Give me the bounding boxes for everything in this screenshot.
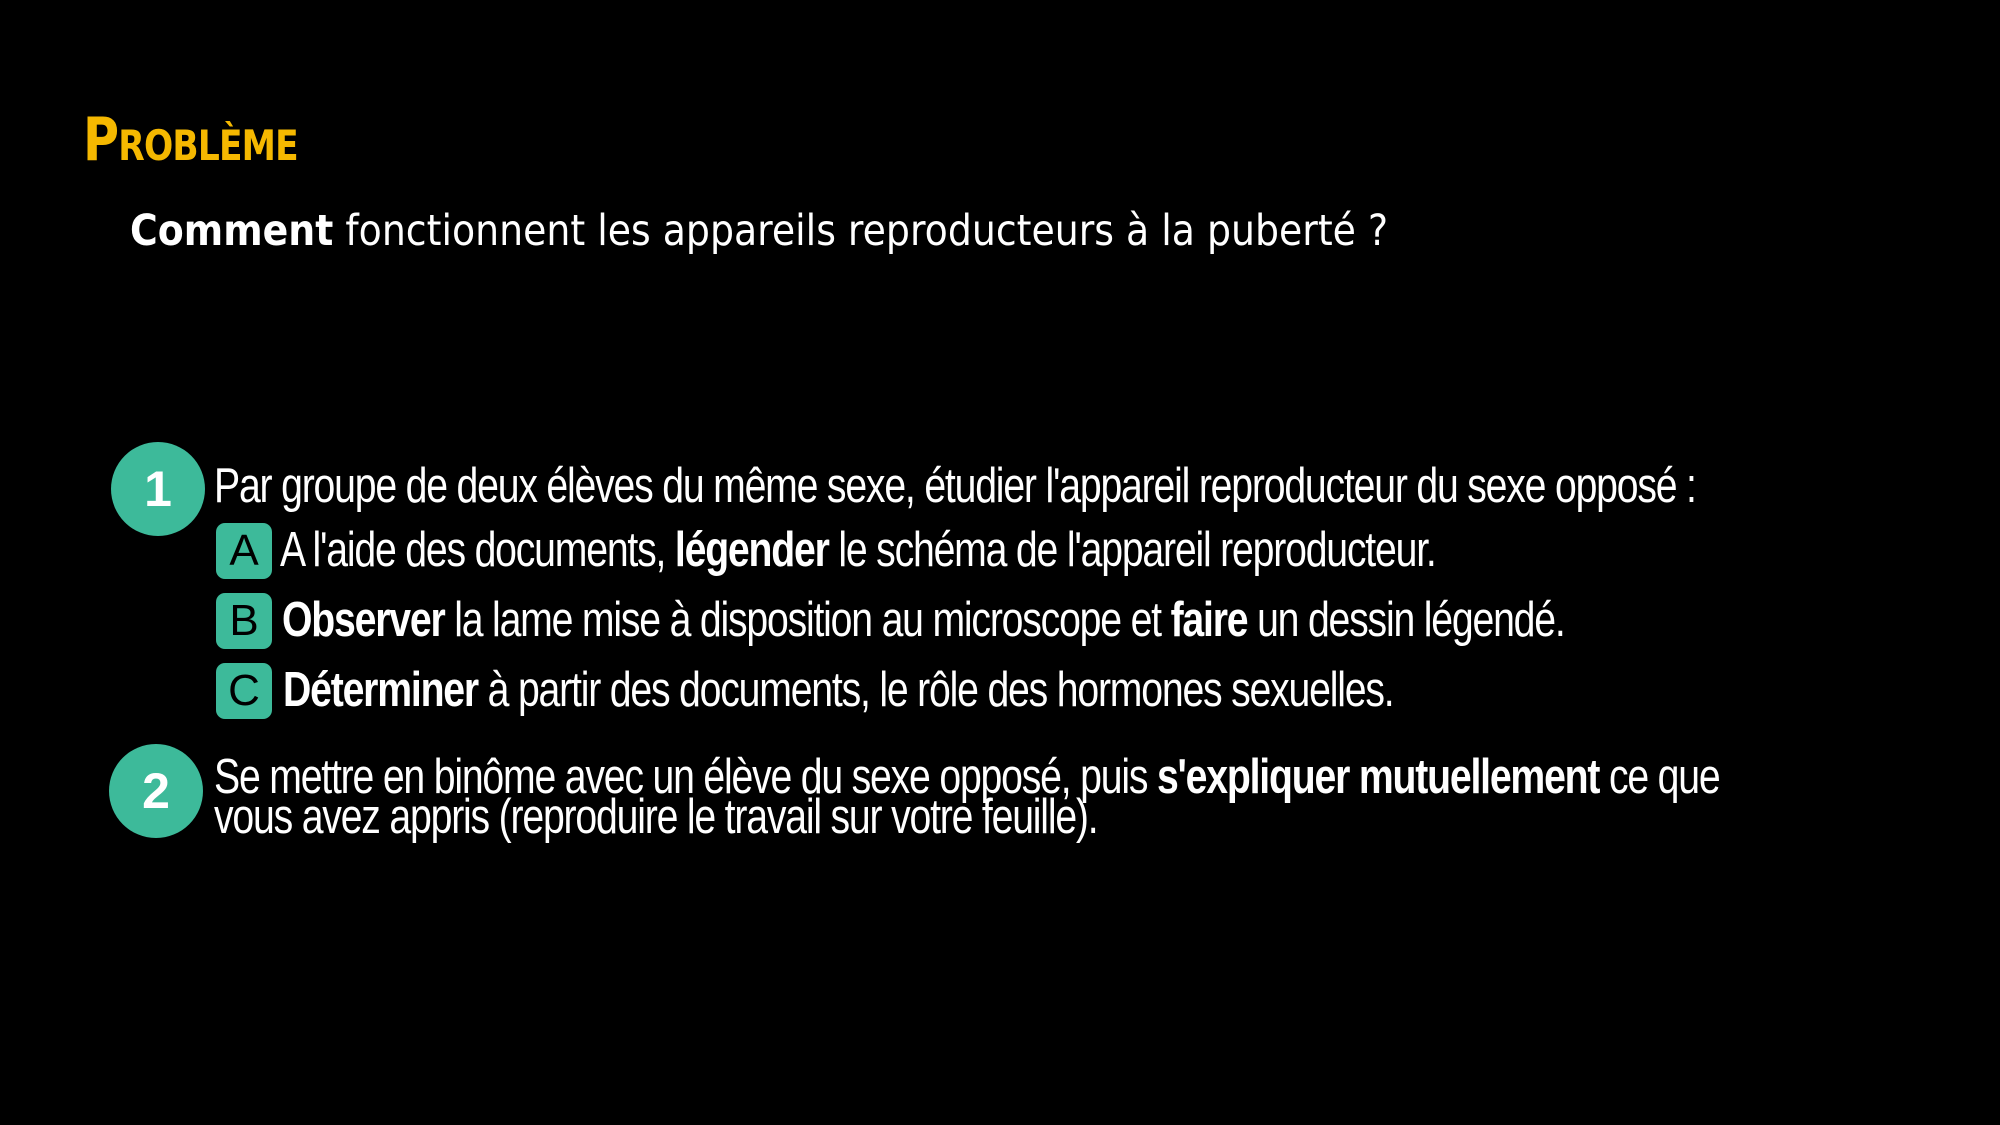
subitem-a-bold: légender xyxy=(674,523,830,577)
problem-question: Comment fonctionnent les appareils repro… xyxy=(130,206,1388,256)
subitem-c-badge: C xyxy=(216,663,272,719)
step-2-badge: 2 xyxy=(109,744,203,838)
subitem-b-text: Observer la lame mise à disposition au m… xyxy=(282,593,1566,647)
subitem-a-badge: A xyxy=(216,523,272,579)
subitem-a-post: le schéma de l'appareil reproducteur. xyxy=(828,523,1436,577)
step-2-text-line2: vous avez appris (reproduire le travail … xyxy=(214,790,1099,844)
subitem-b-post: un dessin légendé. xyxy=(1247,593,1566,647)
subitem-c-text: Déterminer à partir des documents, le rô… xyxy=(283,663,1395,717)
subitem-b-badge: B xyxy=(216,593,272,649)
slide-title: Problème xyxy=(83,105,299,175)
subitem-b-bold2: faire xyxy=(1170,593,1249,647)
question-rest: fonctionnent les appareils reproducteurs… xyxy=(333,206,1389,256)
step-2-post: ce que xyxy=(1599,750,1721,804)
step-1-text: Par groupe de deux élèves du même sexe, … xyxy=(214,459,1697,513)
subitem-c-bold: Déterminer xyxy=(283,663,479,717)
subitem-a-text: A l'aide des documents, légender le sché… xyxy=(280,523,1437,577)
subitem-a-pre: A l'aide des documents, xyxy=(280,523,675,577)
step-1-badge: 1 xyxy=(111,442,205,536)
subitem-b-bold: Observer xyxy=(282,593,446,647)
step-2-bold: s'expliquer mutuellement xyxy=(1156,750,1601,804)
subitem-c-post: à partir des documents, le rôle des horm… xyxy=(477,663,1395,717)
question-bold: Comment xyxy=(130,206,334,256)
subitem-b-mid: la lame mise à disposition au microscope… xyxy=(444,593,1171,647)
